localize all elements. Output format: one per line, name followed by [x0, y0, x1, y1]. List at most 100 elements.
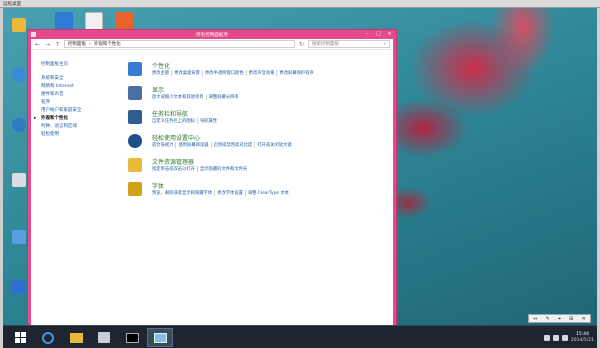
link-preview-fonts[interactable]: 预览、删除或者显示和隐藏字体	[152, 190, 212, 196]
breadcrumb-current[interactable]: 外观和个性化	[94, 41, 121, 47]
folder-icon	[69, 332, 83, 343]
taskbar-icon	[128, 110, 142, 124]
nav-system-security[interactable]: 系统和安全	[41, 75, 121, 83]
clock[interactable]: 15:44 2014/5/21	[571, 332, 594, 344]
category-fonts: 字体 预览、删除或者显示和隐藏字体 更改字体设置 调整 ClearType 文本	[128, 181, 393, 205]
nav-ease-of-access[interactable]: 轻松使用	[41, 131, 121, 139]
link-taskbar-icons[interactable]: 自定义任务栏上的图标	[152, 118, 195, 124]
tray-expand-icon[interactable]	[543, 334, 550, 341]
link-resolution[interactable]: 调整屏幕分辨率	[205, 94, 239, 100]
category-title[interactable]: 任务栏和导航	[152, 109, 188, 118]
breadcrumb-root[interactable]: 控制面板	[68, 41, 86, 47]
link-magnifier[interactable]: 打开或关闭放大镜	[254, 142, 292, 148]
refresh-icon[interactable]: ↻	[298, 41, 305, 48]
taskbar-control-panel[interactable]	[147, 328, 173, 347]
category-file-explorer: 文件资源管理器 指定单击或双击以打开 显示隐藏的文件和文件夹	[128, 157, 393, 181]
console-icon	[125, 332, 139, 343]
address-field[interactable]: 控制面板 › 外观和个性化	[64, 40, 295, 48]
volume-icon[interactable]	[561, 334, 568, 341]
clock-date: 2014/5/21	[570, 337, 594, 343]
search-placeholder: 搜索控制面板	[312, 42, 339, 47]
nav-home[interactable]: 控制面板主页	[41, 61, 121, 69]
toolbar-item-window[interactable]: ⊞	[569, 316, 573, 322]
category-title[interactable]: 文件资源管理器	[152, 157, 194, 166]
category-display: 显示 放大或缩小文本和其他项目 调整屏幕分辨率	[128, 85, 393, 109]
category-title[interactable]: 轻松使用设置中心	[152, 133, 200, 142]
category-list: 个性化 更改主题 更改桌面背景 更改半透明窗口颜色 更改声音效果 更改屏幕保护程…	[128, 61, 393, 205]
taskbar-ie[interactable]	[35, 328, 61, 347]
window-controls: – □ ✕	[363, 31, 394, 37]
nav-programs[interactable]: 程序	[41, 99, 121, 107]
up-icon[interactable]: ↑	[54, 41, 61, 48]
link-font-settings[interactable]: 更改字体设置	[214, 190, 243, 196]
window-content: ← → ↑ 控制面板 › 外观和个性化 ↻ 搜索控制面板 ⌕ 控制面板主页 系统…	[31, 39, 393, 325]
category-ease-of-access: 轻松使用设置中心 适合低视力 使用屏幕阅读器 启用或禁用高对比度 打开或关闭放大…	[128, 133, 393, 157]
link-text-size[interactable]: 放大或缩小文本和其他项目	[152, 94, 204, 100]
link-screen-reader[interactable]: 使用屏幕阅读器	[175, 142, 209, 148]
network-icon	[12, 68, 26, 82]
window-title: 所有控制面板项	[196, 32, 228, 38]
link-click-open[interactable]: 指定单击或双击以打开	[152, 166, 195, 172]
category-title[interactable]: 个性化	[152, 61, 170, 70]
breadcrumb-separator: ›	[89, 41, 91, 47]
nav-appearance-selected[interactable]: 外观和个性化	[34, 115, 121, 123]
link-low-vision[interactable]: 适合低视力	[152, 142, 173, 148]
link-sound-effects[interactable]: 更改声音效果	[245, 70, 274, 76]
link-cleartype[interactable]: 调整 ClearType 文本	[244, 190, 289, 196]
start-button[interactable]	[7, 328, 33, 347]
display-icon	[128, 86, 142, 100]
toolbar-item-pen[interactable]: ✎	[546, 316, 550, 322]
internet-explorer-icon	[42, 331, 54, 344]
link-desktop-background[interactable]: 更改桌面背景	[171, 70, 200, 76]
remote-desktop-titlebar: 远程桌面	[0, 0, 600, 8]
nav-hardware-sound[interactable]: 硬件和声音	[41, 91, 121, 99]
back-icon[interactable]: ←	[34, 41, 41, 48]
nav-user-accounts[interactable]: 用户帐户和家庭安全	[41, 107, 121, 115]
link-navigation-properties[interactable]: 导航属性	[196, 118, 217, 124]
globe-icon	[12, 118, 26, 132]
link-high-contrast[interactable]: 启用或禁用高对比度	[210, 142, 252, 148]
category-title[interactable]: 字体	[152, 181, 164, 190]
category-personalization: 个性化 更改主题 更改桌面背景 更改半透明窗口颜色 更改声音效果 更改屏幕保护程…	[128, 61, 393, 85]
windows-logo-icon	[14, 332, 26, 343]
system-tray: 15:44 2014/5/21	[543, 326, 594, 348]
forward-icon[interactable]: →	[44, 41, 51, 48]
personalization-icon	[128, 62, 142, 76]
window-titlebar[interactable]: 所有控制面板项 – □ ✕	[28, 30, 396, 39]
nav-network-internet[interactable]: 网络和 Internet	[41, 83, 121, 91]
nav-clock-language[interactable]: 时钟、语言和区域	[41, 123, 121, 131]
ease-of-access-icon	[128, 134, 142, 148]
network-share-icon	[12, 230, 26, 244]
control-panel-icon	[31, 32, 36, 37]
link-change-theme[interactable]: 更改主题	[152, 70, 169, 76]
link-screen-saver[interactable]: 更改屏幕保护程序	[276, 70, 314, 76]
link-hidden-files[interactable]: 显示隐藏的文件和文件夹	[196, 166, 247, 172]
category-taskbar-navigation: 任务栏和导航 自定义任务栏上的图标 导航属性	[128, 109, 393, 133]
font-icon	[128, 182, 142, 196]
computer-icon	[12, 173, 26, 187]
minimize-button[interactable]: –	[363, 31, 372, 37]
close-button[interactable]: ✕	[385, 31, 394, 37]
control-panel-icon	[153, 332, 167, 343]
taskbar-explorer[interactable]	[63, 328, 89, 347]
toolbar-item-close[interactable]: ✕	[582, 316, 586, 322]
folder-icon	[128, 158, 142, 172]
search-input[interactable]: 搜索控制面板 ⌕	[308, 40, 390, 48]
search-icon: ⌕	[383, 42, 386, 47]
disk-icon	[98, 332, 110, 343]
taskbar-cmd[interactable]	[119, 328, 145, 347]
address-bar-row: ← → ↑ 控制面板 › 外观和个性化 ↻ 搜索控制面板 ⌕	[31, 39, 393, 50]
left-nav: 控制面板主页 系统和安全 网络和 Internet 硬件和声音 程序 用户帐户和…	[34, 61, 121, 139]
category-title[interactable]: 显示	[152, 85, 164, 94]
toolbar-item-target[interactable]: ⌖	[558, 316, 561, 322]
folder-icon	[12, 18, 26, 32]
remote-desktop-toolbar: ⇔ ✎ ⌖ ⊞ ✕	[528, 314, 591, 323]
control-panel-window: 所有控制面板项 – □ ✕ ← → ↑ 控制面板 › 外观和个性化 ↻ 搜索控制…	[27, 29, 397, 329]
link-window-color[interactable]: 更改半透明窗口颜色	[201, 70, 244, 76]
taskbar: 15:44 2014/5/21	[3, 325, 597, 348]
remote-desktop-title: 远程桌面	[3, 1, 21, 7]
maximize-button[interactable]: □	[374, 31, 383, 37]
network-status-icon[interactable]	[552, 334, 559, 341]
toolbar-item-resize[interactable]: ⇔	[533, 316, 537, 322]
taskbar-app-3[interactable]	[91, 328, 117, 347]
